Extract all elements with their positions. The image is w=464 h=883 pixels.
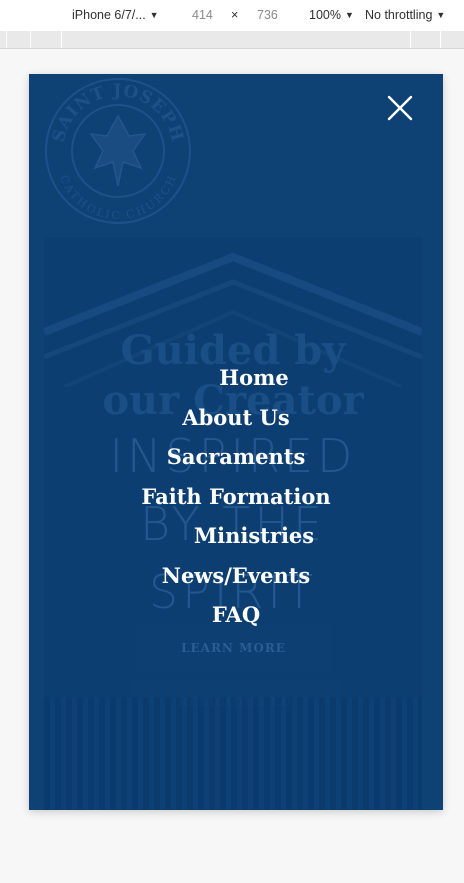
ruler-divider [440,31,441,48]
zoom-caret-icon: ▼ [344,10,354,20]
device-label: iPhone 6/7/... [72,8,146,22]
devtools-toolbar: iPhone 6/7/... ▼ 414 × 736 100% ▼ No throt… [0,0,464,32]
device-caret-icon: ▼ [149,10,159,20]
close-icon[interactable] [384,92,416,124]
congregation-image [44,697,422,810]
menu-item-label: Home [219,365,289,390]
menu-item-ministries[interactable]: Ministries [29,516,443,556]
dimension-separator: × [231,8,239,22]
device-select[interactable]: iPhone 6/7/... ▼ [72,8,159,22]
menu-item-faith-formation[interactable]: Faith Formation [29,477,443,517]
ruler-divider [6,31,7,48]
zoom-select[interactable]: 100% ▼ [309,8,354,22]
height-input[interactable]: 736 [257,8,278,22]
menu-item-faq[interactable]: FAQ [29,595,443,635]
throttling-select[interactable]: No throttling ▼ [365,8,445,22]
ruler-divider [30,31,31,48]
zoom-label: 100% [309,8,341,22]
menu-item-sacraments[interactable]: Sacraments [29,437,443,477]
menu-item-label: News/Events [161,562,311,588]
ruler-divider [410,31,411,48]
menu-item-news-events[interactable]: News/Events [29,556,443,596]
nav-menu: Home About Us Sacraments Faith Formation… [29,358,443,635]
ruler-divider [61,31,62,48]
mobile-viewport: SAINT JOSEPH CATHOLIC CHURCH Guided by o… [29,74,443,810]
menu-item-label: Faith Formation [141,483,331,509]
menu-item-about-us[interactable]: About Us [29,398,443,438]
menu-item-label: About Us [182,404,290,430]
throttling-label: No throttling [365,8,433,22]
menu-item-label: Ministries [193,523,315,548]
church-logo: SAINT JOSEPH CATHOLIC CHURCH [45,78,191,224]
menu-item-label: FAQ [211,602,261,627]
throttling-caret-icon: ▼ [436,10,446,20]
width-input[interactable]: 414 [192,8,213,22]
menu-item-label: Sacraments [166,444,306,469]
menu-item-home[interactable]: Home [29,358,443,398]
media-query-ruler[interactable] [0,31,464,49]
